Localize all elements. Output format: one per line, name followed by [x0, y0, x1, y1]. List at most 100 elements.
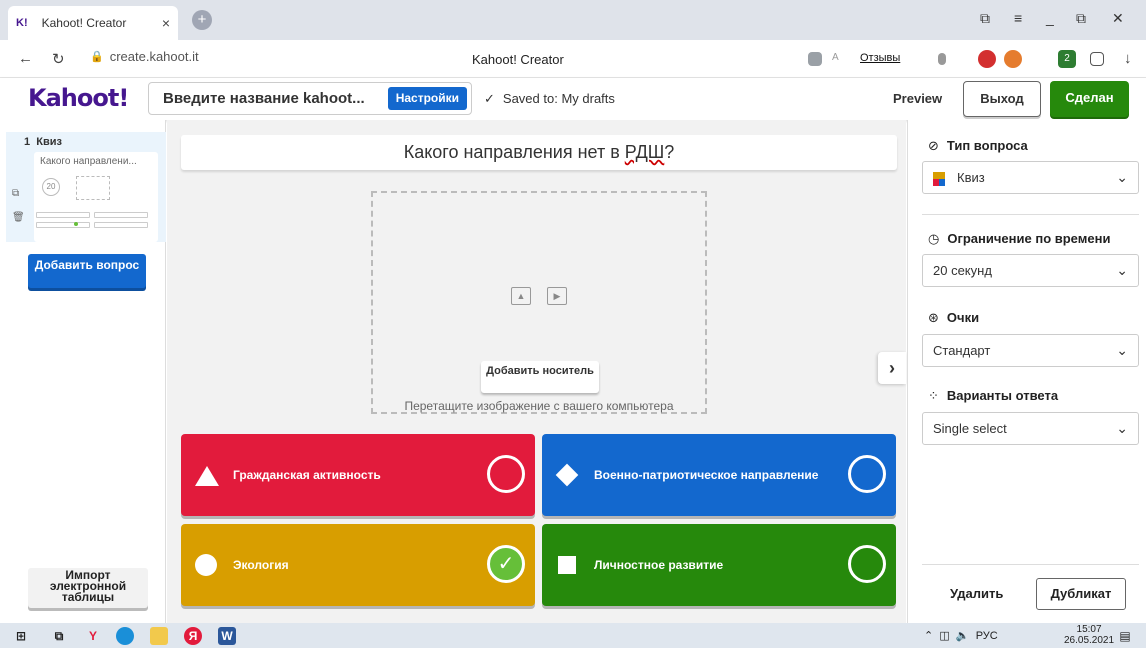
security-extension-icon[interactable]: 2	[1058, 50, 1076, 68]
answer-text: Экология	[233, 558, 289, 572]
tab-close-icon[interactable]: ×	[162, 15, 170, 31]
browser-tab-bar: K! Kahoot! Creator × + ⧉ ≡ _ ⧉ ✕	[0, 0, 1146, 40]
new-tab-button[interactable]: +	[192, 10, 212, 30]
preview-button[interactable]: Preview	[893, 91, 942, 106]
question-type-value: Квиз	[957, 170, 985, 185]
circle-icon	[195, 554, 217, 576]
time-limit-select[interactable]: 20 секунд ⌄	[922, 254, 1139, 287]
question-editor: Какого направления нет в РДШ? ▲ ▶ Добави…	[167, 120, 906, 623]
duplicate-slide-icon[interactable]: ⧉	[12, 188, 19, 199]
feedback-link[interactable]: Отзывы	[860, 52, 900, 64]
slide-answer-preview	[36, 212, 90, 218]
restore-icon[interactable]: ⧉	[1076, 10, 1086, 27]
expand-panel-chevron-icon[interactable]: ›	[878, 352, 906, 384]
word-icon[interactable]: W	[218, 627, 236, 645]
divider	[922, 214, 1139, 215]
answer-options-label: Варианты ответа	[946, 388, 1059, 403]
correct-check-icon[interactable]: ✓	[487, 545, 525, 583]
slide-answer-preview	[94, 222, 148, 228]
time-limit-label: Ограничение по времени	[947, 231, 1111, 246]
tray-arrow-icon[interactable]: ⌃	[924, 630, 933, 642]
medal-icon: ⊛	[928, 310, 939, 325]
diamond-icon	[555, 463, 579, 487]
answer-option-4[interactable]: Личностное развитие	[542, 524, 896, 606]
language-indicator[interactable]: РУС	[976, 630, 998, 642]
extensions-icon[interactable]	[1090, 52, 1104, 66]
adblock-icon[interactable]	[978, 50, 996, 68]
extension-icon[interactable]	[1004, 50, 1022, 68]
exit-button[interactable]: Выход	[963, 81, 1041, 117]
slide-media-placeholder-icon	[76, 176, 110, 200]
add-media-button[interactable]: Добавить носитель	[481, 361, 599, 393]
answer-options-select[interactable]: Single select ⌄	[922, 412, 1139, 445]
back-icon[interactable]: ←	[18, 50, 33, 67]
task-view-icon[interactable]: ⧉	[50, 627, 68, 645]
media-dropzone[interactable]: ▲ ▶ Добавить носитель Перетащите изображ…	[371, 191, 707, 414]
kahoot-title-field[interactable]: Введите название kahoot... Настройки	[148, 82, 472, 115]
done-button[interactable]: Сделан	[1050, 81, 1129, 117]
settings-button[interactable]: Настройки	[387, 87, 467, 110]
clock-date: 26.05.2021	[1064, 635, 1115, 646]
network-icon[interactable]: ◫	[939, 630, 949, 642]
question-input[interactable]: Какого направления нет в РДШ?	[181, 135, 897, 170]
question-type-select[interactable]: Квиз ⌄	[922, 161, 1139, 194]
reader-icon[interactable]: A	[832, 52, 850, 70]
translate-icon[interactable]	[808, 52, 822, 66]
menu-icon[interactable]: ≡	[1014, 10, 1022, 26]
chevron-down-icon: ⌄	[1116, 169, 1128, 185]
answer-option-3[interactable]: Экология ✓	[181, 524, 535, 606]
clock-time: 15:07	[1076, 624, 1102, 635]
duplicate-button[interactable]: Дубликат	[1036, 578, 1126, 610]
download-icon[interactable]: ↓	[1124, 50, 1132, 67]
answer-options-value: Single select	[933, 421, 1007, 436]
collections-icon[interactable]: ⧉	[980, 10, 990, 27]
question-type-label: Тип вопроса	[946, 138, 1028, 153]
answer-text: Личностное развитие	[594, 558, 724, 572]
address-bar: ← ↻ 🔒 create.kahoot.it Kahoot! Creator A…	[0, 40, 1146, 78]
kahoot-header: Kahoot! Введите название kahoot... Настр…	[0, 78, 1146, 120]
yandex-browser-icon[interactable]: Y	[84, 627, 102, 645]
title-placeholder: Введите название kahoot...	[163, 90, 365, 107]
minimize-icon[interactable]: _	[1046, 10, 1054, 26]
drag-hint: Перетащите изображение с вашего компьюте…	[404, 399, 674, 413]
file-explorer-icon[interactable]	[150, 627, 168, 645]
correct-toggle[interactable]	[848, 545, 886, 583]
add-question-button[interactable]: Добавить вопрос	[28, 254, 146, 288]
bookmark-icon[interactable]	[938, 53, 946, 65]
slide-header: 1 Квиз	[24, 136, 62, 148]
question-type-icon: ⊘	[928, 138, 939, 153]
reload-icon[interactable]: ↻	[52, 50, 65, 68]
correct-toggle[interactable]	[487, 455, 525, 493]
browser-tab[interactable]: K! Kahoot! Creator ×	[8, 6, 178, 40]
import-spreadsheet-button[interactable]: Импорт электронной таблицы	[28, 568, 148, 608]
check-icon: ✓	[484, 91, 495, 106]
yandex-icon[interactable]: Я	[184, 627, 202, 645]
notifications-icon[interactable]: ▤	[1116, 627, 1134, 645]
page-title: Kahoot! Creator	[472, 52, 564, 67]
video-icon: ▶	[547, 287, 567, 305]
delete-button[interactable]: Удалить	[950, 586, 1003, 601]
correct-dot-icon	[74, 222, 78, 226]
edge-icon[interactable]	[116, 627, 134, 645]
system-clock[interactable]: 15:07 26.05.2021	[1064, 624, 1114, 646]
volume-icon[interactable]: 🔈	[956, 630, 970, 642]
question-type-heading: ⊘ Тип вопроса	[928, 138, 1028, 154]
question-text-misspelled: РДШ	[624, 142, 665, 162]
grid-icon: ⁘	[928, 388, 939, 403]
url-field[interactable]: 🔒 create.kahoot.it	[90, 49, 199, 64]
slide-thumbnail: Какого направлени... 20	[34, 152, 158, 242]
system-tray[interactable]: ⌃ ◫ 🔈 РУС	[924, 629, 998, 642]
points-label: Очки	[946, 310, 980, 325]
answer-text: Гражданская активность	[233, 468, 381, 482]
kahoot-logo[interactable]: Kahoot!	[28, 84, 129, 112]
tab-title: Kahoot! Creator	[41, 16, 127, 30]
windows-start-icon[interactable]: ⊞	[12, 627, 30, 645]
slide-item[interactable]: 1 Квиз ⧉ 🗑 Какого направлени... 20	[6, 132, 166, 242]
answer-option-2[interactable]: Военно-патриотическое направление	[542, 434, 896, 516]
slide-question-preview: Какого направлени...	[40, 156, 137, 167]
answer-option-1[interactable]: Гражданская активность	[181, 434, 535, 516]
window-close-icon[interactable]: ✕	[1112, 10, 1124, 27]
correct-toggle[interactable]	[848, 455, 886, 493]
points-select[interactable]: Стандарт ⌄	[922, 334, 1139, 367]
delete-slide-icon[interactable]: 🗑	[12, 212, 25, 223]
